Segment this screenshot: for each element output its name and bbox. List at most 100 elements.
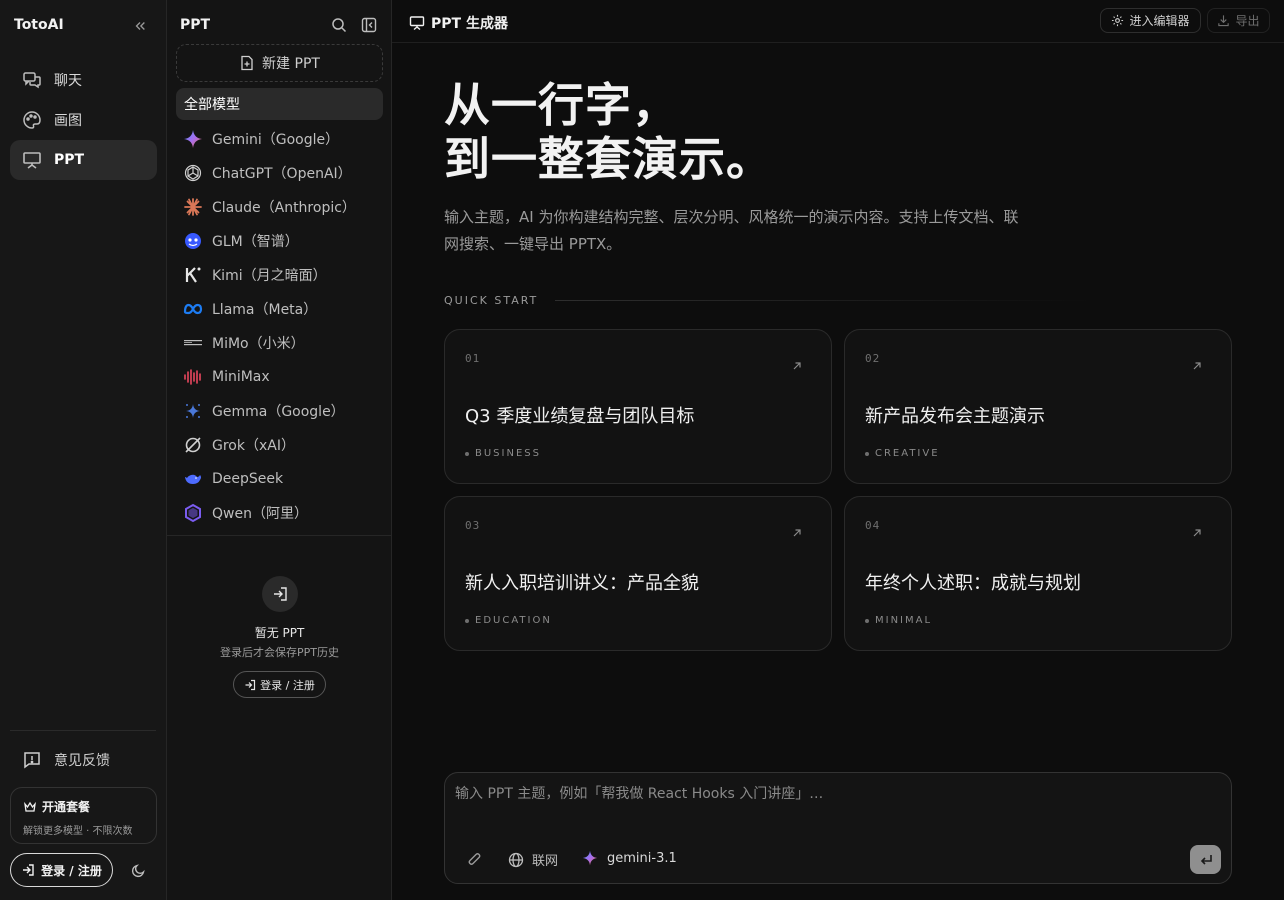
model-item-minimax[interactable]: MiniMax [176,360,383,394]
card-title: 新人入职培训讲义：产品全貌 [465,573,699,594]
panel-divider [167,535,391,536]
grok-icon [183,435,203,455]
model-label: Llama（Meta） [212,302,318,318]
export-label: 导出 [1235,14,1260,28]
quick-start-divider [555,300,1090,301]
model-label: Kimi（月之暗面） [212,268,327,284]
globe-icon [508,852,524,868]
left-rail: TotoAI 聊天 画图 PPT 意见反馈 开通套餐 解锁更多模型 · 不限次数… [0,0,167,900]
qwen-icon [183,503,203,523]
card-tag: CREATIVE [865,448,940,459]
model-item-mimo[interactable]: MiMo（小米） [176,326,383,360]
card-number: 04 [865,519,881,532]
card-number: 01 [465,352,481,365]
login-label: 登录 / 注册 [41,863,102,878]
upgrade-plan-card[interactable]: 开通套餐 解锁更多模型 · 不限次数 [10,787,157,844]
kimi-icon [183,265,203,285]
send-button[interactable] [1190,845,1221,874]
rail-divider [10,730,156,731]
model-item-grok[interactable]: Grok（xAI） [176,428,383,462]
quick-start-label: QUICK START [444,294,539,307]
model-selector-label: gemini-3.1 [607,850,677,866]
meta-icon [183,299,203,319]
quick-start-card[interactable]: 04 年终个人述职：成就与规划 MINIMAL [844,496,1232,651]
model-label: DeepSeek [212,471,284,487]
model-item-deepseek[interactable]: DeepSeek [176,462,383,496]
model-item-gemma[interactable]: Gemma（Google） [176,394,383,428]
model-item-kimi[interactable]: Kimi（月之暗面） [176,258,383,292]
hero-line-1: 从一行字， [444,78,679,132]
minimax-icon [183,367,203,387]
plan-subtitle: 解锁更多模型 · 不限次数 [23,826,133,837]
web-search-label: 联网 [532,854,559,869]
search-icon[interactable] [331,17,347,33]
login-button[interactable]: 登录 / 注册 [10,853,113,887]
panel-login-button[interactable]: 登录 / 注册 [233,671,326,698]
brand-logo: TotoAI [14,17,64,33]
model-item-qwen[interactable]: Qwen（阿里） [176,496,383,530]
tag-dot [465,451,469,456]
arrow-up-right-icon [791,527,803,539]
crown-icon [23,800,37,814]
export-button[interactable]: 导出 [1207,8,1270,33]
card-tag: EDUCATION [465,615,552,626]
prompt-input[interactable]: 输入 PPT 主题，例如「帮我做 React Hooks 入门讲座」… [455,783,1215,803]
quick-start-card[interactable]: 01 Q3 季度业绩复盘与团队目标 BUSINESS [444,329,832,484]
gemma-icon [183,401,203,421]
model-label: MiniMax [212,369,270,385]
arrow-up-right-icon [1191,527,1203,539]
moon-icon[interactable] [131,862,147,878]
main-area: PPT 生成器 进入编辑器 导出 从一行字， 到一整套演示。 输入主题，AI 为… [392,0,1284,900]
arrow-up-right-icon [1191,360,1203,372]
model-item-chatgpt[interactable]: ChatGPT（OpenAI） [176,156,383,190]
model-label: MiMo（小米） [212,336,305,352]
card-title: 年终个人述职：成就与规划 [865,573,1081,594]
page-title-text: PPT 生成器 [431,16,508,32]
download-icon [1217,14,1230,27]
model-item-llama[interactable]: Llama（Meta） [176,292,383,326]
collapse-panel-icon[interactable] [361,17,377,33]
model-item-gemini[interactable]: Gemini（Google） [176,122,383,156]
rail-item-chat[interactable]: 聊天 [10,60,157,100]
card-tag: BUSINESS [465,448,541,459]
panel-title: PPT [180,17,211,33]
arrow-up-right-icon [791,360,803,372]
web-search-toggle[interactable]: 联网 [508,850,558,869]
feedback-icon [22,750,42,770]
openai-icon [183,163,203,183]
plan-title-text: 开通套餐 [42,800,91,814]
login-icon [244,679,256,691]
feedback-link[interactable]: 意见反馈 [22,750,110,770]
gemini-icon [183,129,203,149]
ppt-panel: PPT 新建 PPT 全部模型 Gemini（Google） ChatGPT（O… [167,0,392,900]
empty-state-title: 暂无 PPT [254,626,305,640]
top-bar: PPT 生成器 进入编辑器 导出 [392,0,1284,43]
gear-icon [1111,14,1124,27]
gemini-icon [582,850,598,866]
collapse-rail-icon[interactable] [130,16,150,36]
model-filter-all[interactable]: 全部模型 [176,88,383,120]
tag-dot [465,618,469,623]
model-label: Gemma（Google） [212,404,345,420]
quick-start-card[interactable]: 02 新产品发布会主题演示 CREATIVE [844,329,1232,484]
model-item-claude[interactable]: Claude（Anthropic） [176,190,383,224]
new-ppt-button[interactable]: 新建 PPT [176,44,383,82]
rail-item-label: 聊天 [54,73,82,89]
card-tag: MINIMAL [865,615,932,626]
open-editor-button[interactable]: 进入编辑器 [1100,8,1201,33]
model-label: Qwen（阿里） [212,506,308,522]
model-selector[interactable]: gemini-3.1 [582,850,677,866]
mimo-icon [183,333,203,353]
page-title: PPT 生成器 [409,13,508,33]
rail-item-ppt[interactable]: PPT [10,140,157,180]
login-icon [21,863,35,877]
quick-start-card[interactable]: 03 新人入职培训讲义：产品全貌 EDUCATION [444,496,832,651]
feedback-label: 意见反馈 [54,753,110,769]
card-number: 02 [865,352,881,365]
model-item-glm[interactable]: GLM（智谱） [176,224,383,258]
card-title: 新产品发布会主题演示 [865,406,1045,427]
rail-item-draw[interactable]: 画图 [10,100,157,140]
paperclip-icon[interactable] [466,851,484,869]
card-tag-text: CREATIVE [875,448,940,459]
hero-heading: 从一行字， 到一整套演示。 [444,78,773,186]
